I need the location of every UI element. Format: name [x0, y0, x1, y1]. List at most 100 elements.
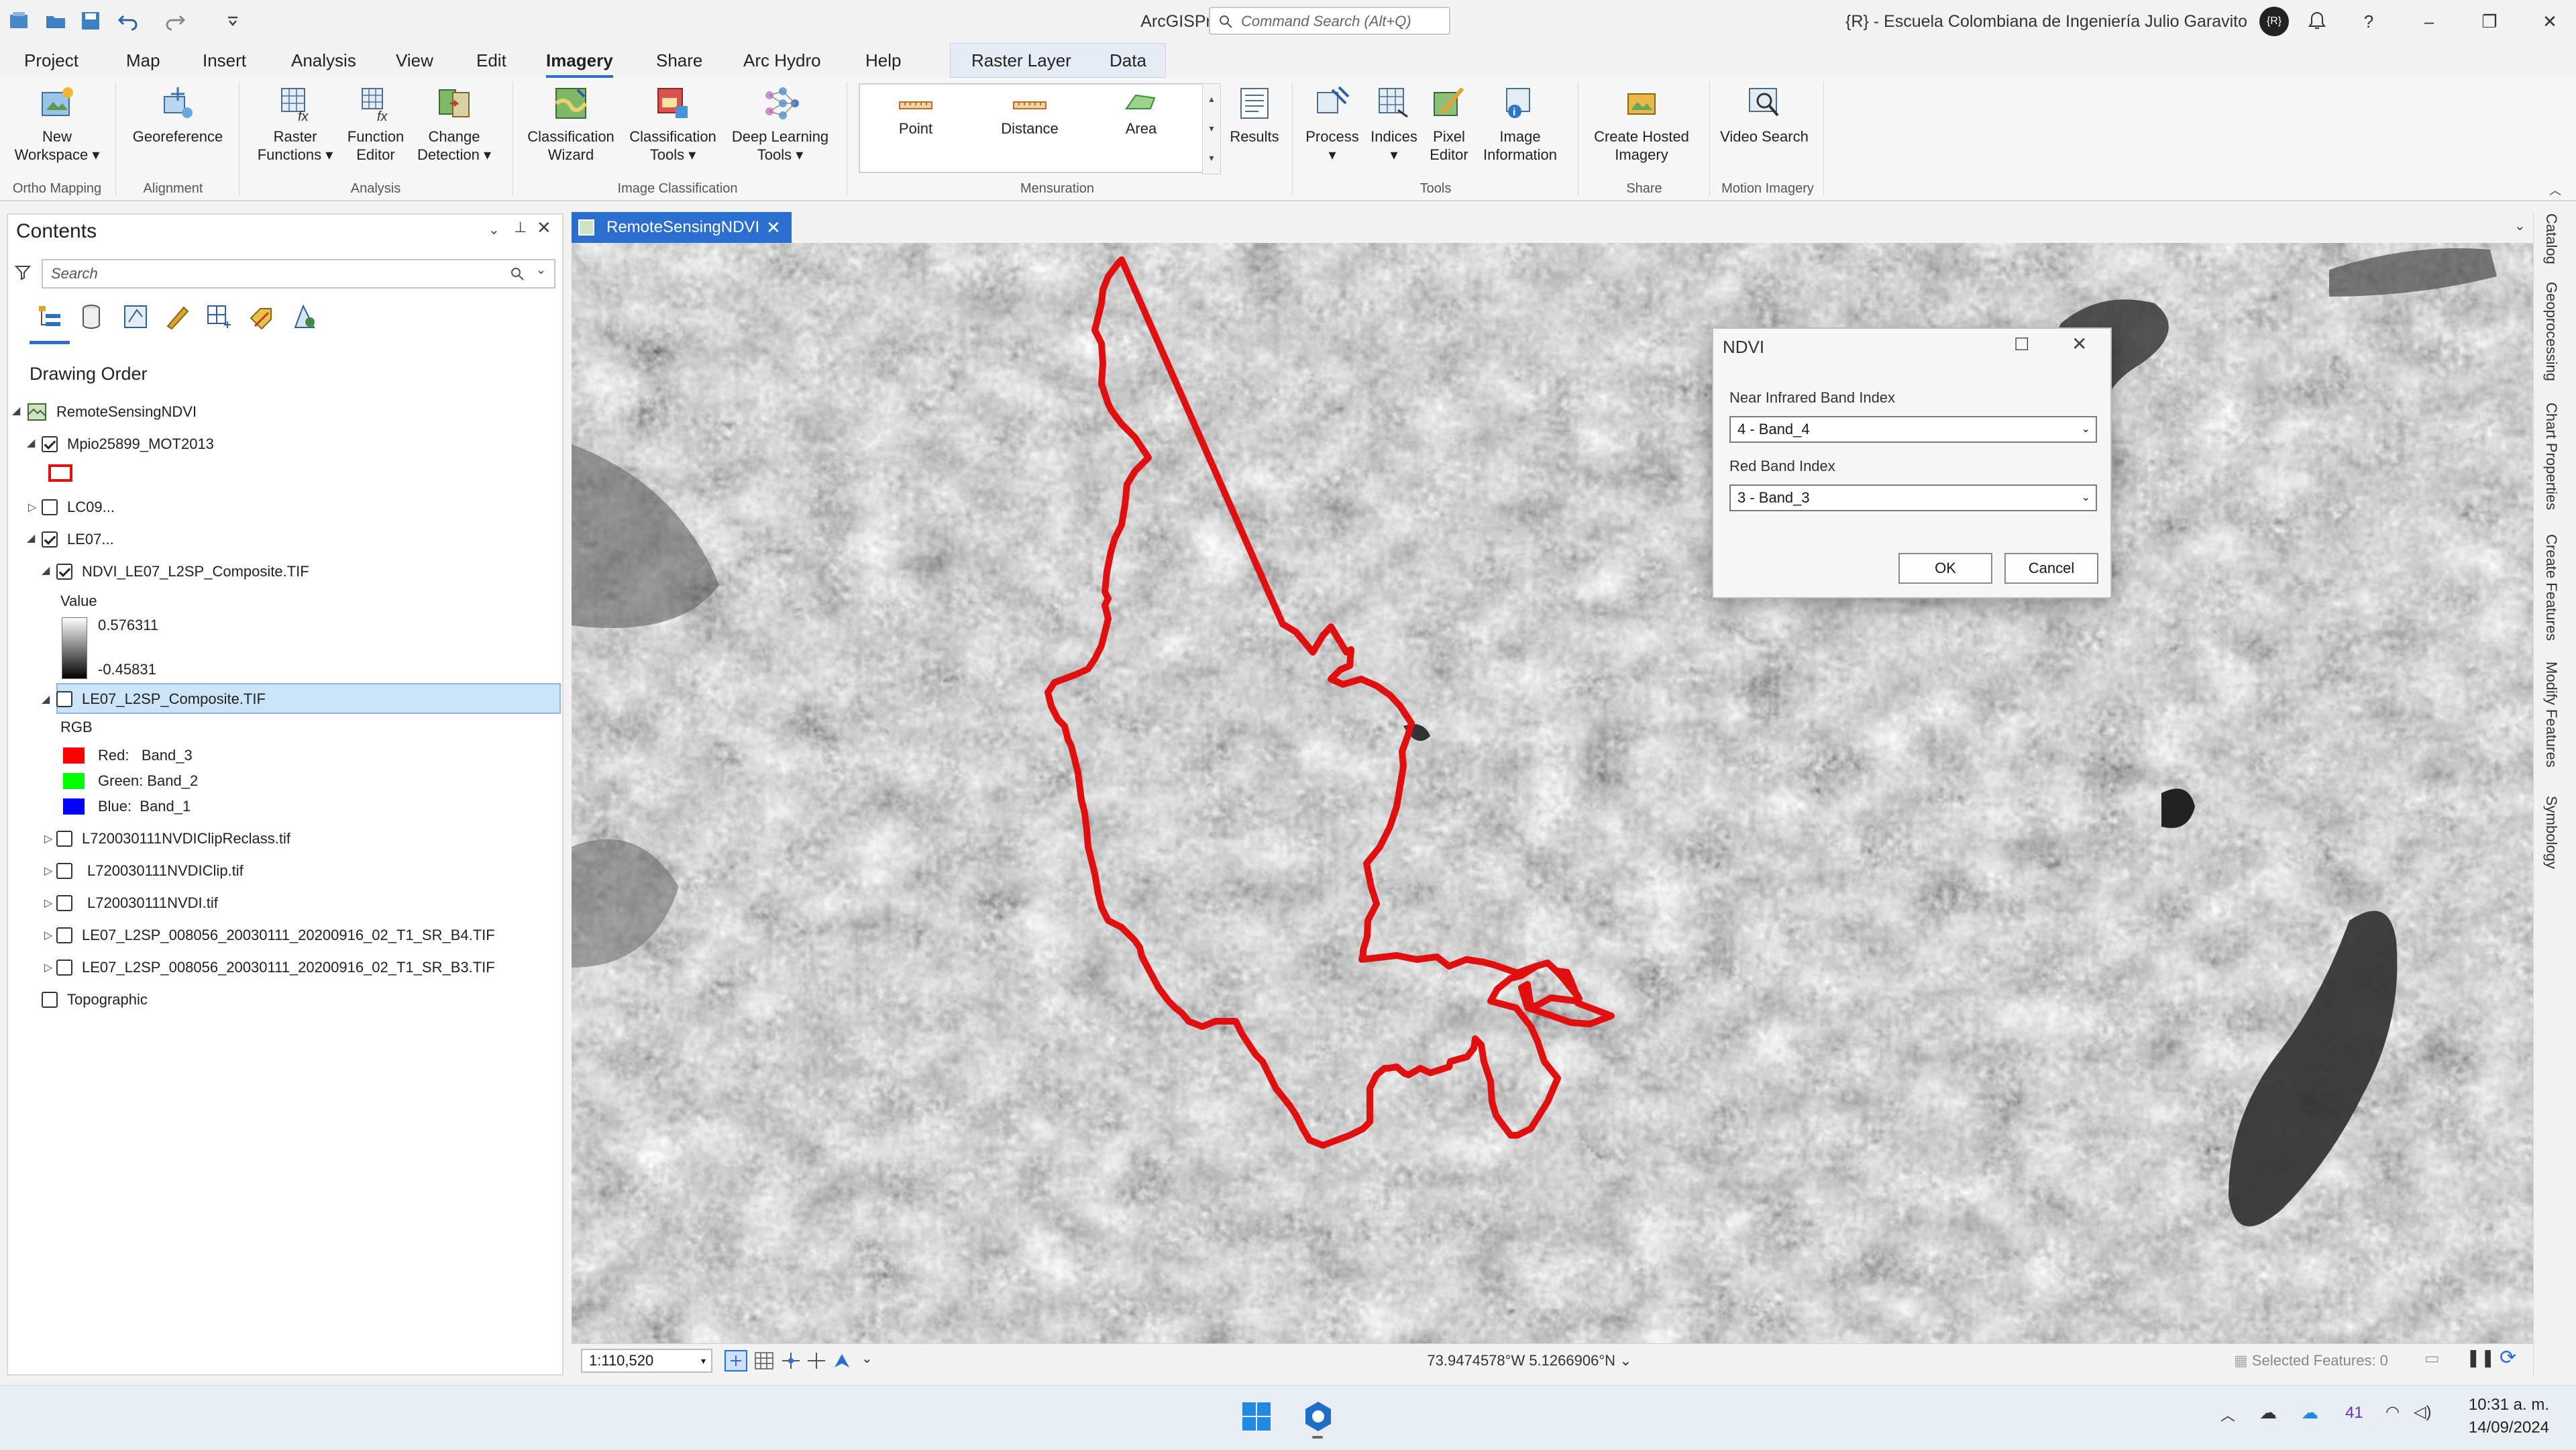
layer-visibility-checkbox[interactable]: [56, 564, 72, 580]
layer-b3[interactable]: LE07_L2SP_008056_20030111_20200916_02_T1…: [82, 953, 495, 982]
clock-time[interactable]: 10:31 a. m.: [2442, 1396, 2549, 1414]
ndvi-gradient-swatch[interactable]: [62, 617, 87, 679]
layer-nvdi[interactable]: L720030111NVDI.tif: [87, 888, 218, 918]
command-search-input[interactable]: Command Search (Alt+Q): [1209, 7, 1450, 35]
contents-search-input[interactable]: Search ⌄: [42, 259, 555, 289]
nir-band-select[interactable]: 4 - Band_4 ⌄: [1729, 416, 2097, 443]
customize-qat-icon[interactable]: [221, 9, 244, 32]
georeference-button[interactable]: Georeference: [121, 83, 235, 146]
layer-reclass[interactable]: L720030111NVDIClipReclass.tif: [82, 824, 290, 853]
collapse-arrow[interactable]: ◢: [42, 692, 50, 706]
minimize-button[interactable]: –: [2399, 0, 2459, 43]
layer-visibility-checkbox[interactable]: [42, 436, 58, 452]
cloud-offline-icon[interactable]: ☁: [2259, 1402, 2277, 1423]
arcgis-pro-taskbar-icon[interactable]: [1301, 1400, 1335, 1433]
image-information-button[interactable]: i Image Information: [1473, 83, 1567, 164]
close-pane-icon[interactable]: ✕: [537, 217, 551, 238]
layer-mpio[interactable]: Mpio25899_MOT2013: [67, 429, 214, 459]
tab-help[interactable]: Help: [865, 43, 901, 78]
tab-geoprocessing[interactable]: Geoprocessing: [2542, 282, 2560, 381]
grid-icon[interactable]: [753, 1350, 775, 1371]
list-by-drawing-order-icon[interactable]: [35, 302, 64, 331]
classification-wizard-button[interactable]: Classification Wizard: [521, 83, 621, 164]
onedrive-icon[interactable]: ☁: [2301, 1402, 2318, 1423]
fixed-zoom-icon[interactable]: [724, 1350, 747, 1371]
layer-composite[interactable]: LE07_L2SP_Composite.TIF: [82, 684, 266, 714]
tab-arc-hydro[interactable]: Arc Hydro: [743, 43, 821, 78]
tab-catalog[interactable]: Catalog: [2542, 213, 2560, 264]
pixel-editor-button[interactable]: Pixel Editor: [1417, 83, 1481, 164]
measure-distance-button[interactable]: Distance: [986, 91, 1073, 138]
wifi-icon[interactable]: ◠: [2385, 1402, 2400, 1422]
clock-date[interactable]: 14/09/2024: [2442, 1418, 2549, 1437]
polygon-symbol[interactable]: [48, 464, 72, 482]
list-by-source-icon[interactable]: [76, 302, 106, 331]
layer-visibility-checkbox[interactable]: [56, 691, 72, 707]
tab-symbology[interactable]: Symbology: [2542, 796, 2560, 869]
pause-drawing-guide-icon[interactable]: [805, 1350, 828, 1371]
process-button[interactable]: Process ▾: [1299, 83, 1366, 164]
list-by-labeling-icon[interactable]: [247, 302, 276, 331]
restore-button[interactable]: ❐: [2459, 0, 2520, 43]
list-by-selection-icon[interactable]: [121, 302, 150, 331]
tab-project[interactable]: Project: [24, 43, 78, 78]
layer-visibility-checkbox[interactable]: [42, 992, 58, 1008]
tab-data[interactable]: Data: [1110, 43, 1146, 78]
classification-tools-button[interactable]: Classification Tools ▾: [623, 83, 723, 164]
map-view-tab[interactable]: RemoteSensingNDVI ✕: [572, 212, 792, 243]
green-band-swatch[interactable]: [63, 773, 85, 789]
layer-visibility-checkbox[interactable]: [56, 927, 72, 943]
expand-arrow[interactable]: ▷: [44, 832, 52, 845]
gallery-scroll[interactable]: ▴ ▾ ▾: [1202, 83, 1221, 174]
expand-arrow[interactable]: ▷: [44, 864, 52, 878]
undo-icon[interactable]: [117, 9, 140, 32]
create-hosted-imagery-button[interactable]: Create Hosted Imagery: [1585, 83, 1699, 164]
weather-indicator[interactable]: 41: [2345, 1404, 2363, 1422]
expand-arrow[interactable]: ▷: [44, 929, 52, 942]
pin-icon[interactable]: ⊥: [514, 219, 527, 236]
tab-map[interactable]: Map: [126, 43, 160, 78]
tab-overflow-icon[interactable]: ⌄: [2514, 217, 2526, 234]
tab-analysis[interactable]: Analysis: [291, 43, 356, 78]
layer-visibility-checkbox[interactable]: [56, 895, 72, 911]
layer-topographic[interactable]: Topographic: [67, 985, 148, 1015]
save-icon[interactable]: [79, 9, 102, 32]
layer-visibility-checkbox[interactable]: [42, 499, 58, 515]
tab-insert[interactable]: Insert: [203, 43, 246, 78]
collapse-arrow[interactable]: ◢: [12, 404, 20, 417]
collapse-arrow[interactable]: ◢: [42, 564, 50, 577]
navigation-icon[interactable]: [830, 1350, 853, 1371]
map-view[interactable]: [572, 243, 2533, 1343]
list-by-editing-icon[interactable]: [162, 302, 192, 331]
help-icon[interactable]: ?: [2339, 0, 2399, 43]
layer-lc09[interactable]: LC09...: [67, 493, 115, 522]
red-band-swatch[interactable]: [63, 747, 85, 764]
maximize-dialog-icon[interactable]: ☐: [2014, 334, 2029, 355]
windows-start-icon[interactable]: [1241, 1401, 1272, 1432]
avatar[interactable]: {R}: [2259, 7, 2289, 36]
tab-create-features[interactable]: Create Features: [2542, 534, 2560, 641]
video-search-button[interactable]: Video Search: [1717, 83, 1811, 146]
layer-visibility-checkbox[interactable]: [56, 960, 72, 976]
tab-imagery[interactable]: Imagery: [546, 43, 613, 78]
close-dialog-icon[interactable]: ✕: [2072, 333, 2087, 355]
table-icon[interactable]: ▭: [2424, 1349, 2440, 1368]
close-window-button[interactable]: ✕: [2520, 0, 2576, 43]
map-name[interactable]: RemoteSensingNDVI: [56, 397, 197, 427]
close-tab-icon[interactable]: ✕: [766, 212, 781, 243]
pane-options-icon[interactable]: ⌄: [488, 221, 500, 238]
cancel-button[interactable]: Cancel: [2004, 553, 2098, 584]
layer-le07[interactable]: LE07...: [67, 525, 114, 554]
project-icon[interactable]: [8, 9, 31, 32]
pause-icon[interactable]: ❚❚: [2466, 1347, 2496, 1368]
snapping-icon[interactable]: [780, 1350, 802, 1371]
results-button[interactable]: Results: [1221, 83, 1288, 146]
expand-arrow[interactable]: ▷: [44, 961, 52, 974]
list-by-snapping-icon[interactable]: [204, 302, 233, 331]
filter-icon[interactable]: [13, 263, 32, 282]
layer-clip[interactable]: L720030111NVDIClip.tif: [87, 856, 244, 886]
collapse-ribbon-icon[interactable]: ︿: [2549, 181, 2561, 199]
tab-view[interactable]: View: [396, 43, 433, 78]
function-editor-button[interactable]: fx Function Editor: [335, 83, 416, 164]
tab-chart-properties[interactable]: Chart Properties: [2542, 403, 2560, 510]
